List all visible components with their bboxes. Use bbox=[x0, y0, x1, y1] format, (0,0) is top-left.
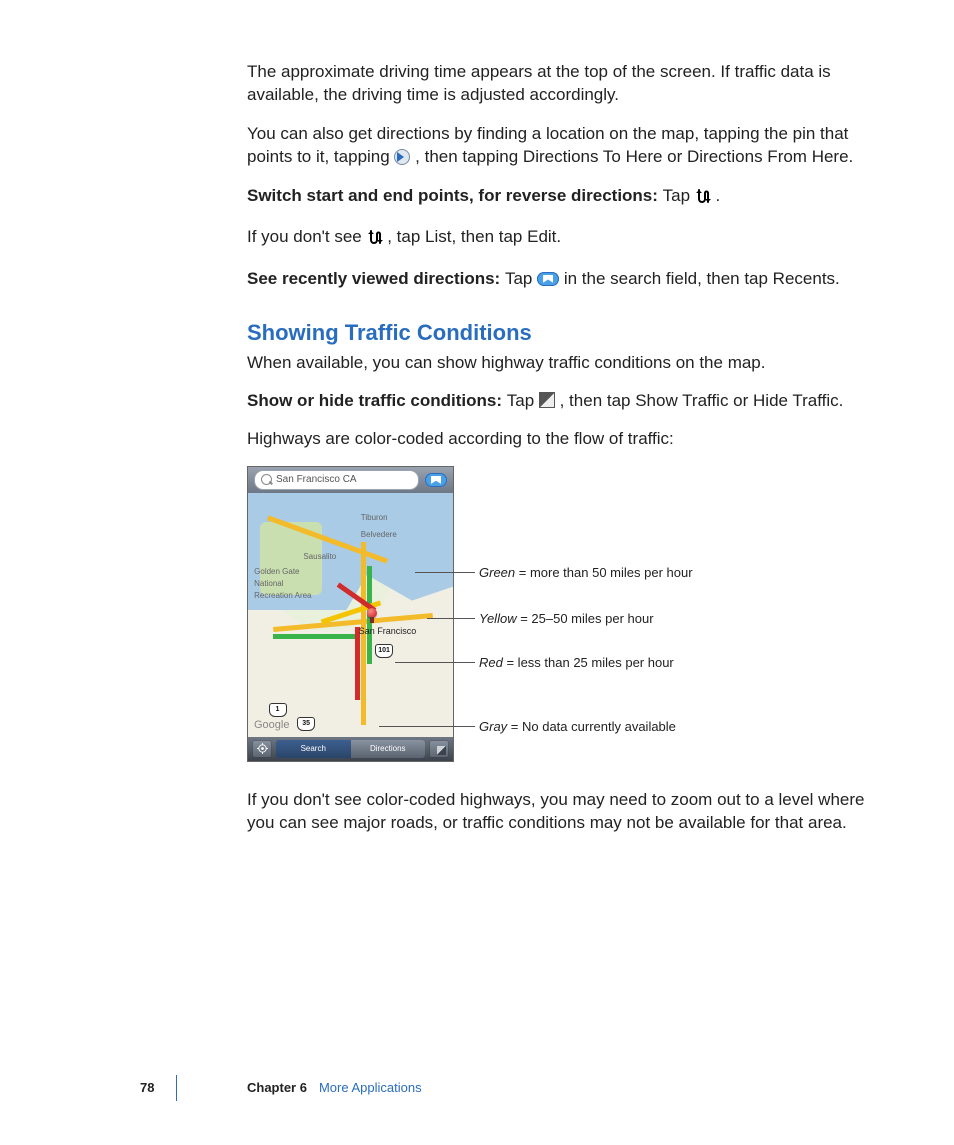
map-label: Golden Gate bbox=[254, 566, 299, 577]
instruction: Switch start and end points, for reverse… bbox=[247, 184, 877, 210]
page-curl-icon bbox=[539, 392, 555, 408]
search-icon bbox=[261, 474, 272, 485]
body-paragraph: If you don't see color-coded highways, y… bbox=[247, 788, 877, 835]
instruction: See recently viewed directions: Tap in t… bbox=[247, 267, 877, 290]
legend-color: Gray bbox=[479, 719, 507, 734]
legend-gray: Gray = No data currently available bbox=[479, 718, 676, 736]
map-label: National bbox=[254, 578, 283, 589]
legend-red: Red = less than 25 miles per hour bbox=[479, 654, 674, 672]
swap-route-icon bbox=[695, 187, 711, 210]
instruction: Show or hide traffic conditions: Tap , t… bbox=[247, 389, 877, 412]
callout-leader bbox=[427, 618, 475, 619]
text: Tap bbox=[505, 269, 537, 288]
traffic-figure: San Francisco CA Tiburon Belvedere Sausa… bbox=[247, 466, 877, 766]
map-label: Sausalito bbox=[303, 551, 336, 562]
text: in the search field, then tap Recents. bbox=[564, 269, 840, 288]
map-canvas: Tiburon Belvedere Sausalito Golden Gate … bbox=[248, 493, 453, 737]
callout-leader bbox=[379, 726, 475, 727]
city-label: San Francisco bbox=[359, 625, 417, 637]
chapter-title: More Applications bbox=[319, 1080, 422, 1095]
instruction-label: Switch start and end points, for reverse… bbox=[247, 186, 663, 205]
bookmarks-icon bbox=[537, 272, 559, 286]
chapter-reference: Chapter 6 More Applications bbox=[247, 1079, 422, 1097]
instruction-label: Show or hide traffic conditions: bbox=[247, 391, 507, 410]
page-content: The approximate driving time appears at … bbox=[247, 60, 877, 850]
map-label: Tiburon bbox=[361, 512, 388, 523]
body-paragraph: The approximate driving time appears at … bbox=[247, 60, 877, 107]
section-heading: Showing Traffic Conditions bbox=[247, 318, 877, 348]
legend-text: = more than 50 miles per hour bbox=[515, 565, 692, 580]
callout-leader bbox=[395, 662, 475, 663]
map-search-bar: San Francisco CA bbox=[248, 467, 453, 493]
body-paragraph: If you don't see , tap List, then tap Ed… bbox=[247, 225, 877, 251]
instruction-label: See recently viewed directions: bbox=[247, 269, 505, 288]
page-curl-button[interactable] bbox=[429, 740, 449, 758]
legend-yellow: Yellow = 25–50 miles per hour bbox=[479, 610, 654, 628]
footer-rule bbox=[176, 1075, 177, 1101]
legend-text: = No data currently available bbox=[507, 719, 676, 734]
legend-green: Green = more than 50 miles per hour bbox=[479, 564, 693, 582]
text: . bbox=[716, 186, 721, 205]
text: , then tap Show Traffic or Hide Traffic. bbox=[560, 391, 844, 410]
directions-arrow-icon bbox=[394, 149, 410, 165]
search-directions-toggle[interactable]: Search Directions bbox=[276, 740, 425, 758]
text: If you don't see bbox=[247, 227, 367, 246]
legend-color: Yellow bbox=[479, 611, 517, 626]
text: Tap bbox=[507, 391, 539, 410]
map-search-field[interactable]: San Francisco CA bbox=[254, 470, 419, 490]
google-attribution: Google bbox=[254, 718, 289, 733]
segment-search[interactable]: Search bbox=[276, 740, 351, 758]
swap-route-icon bbox=[367, 228, 383, 251]
phone-screenshot: San Francisco CA Tiburon Belvedere Sausa… bbox=[247, 466, 454, 762]
segment-directions[interactable]: Directions bbox=[351, 740, 426, 758]
callout-leader bbox=[415, 572, 475, 573]
text: , tap List, then tap Edit. bbox=[387, 227, 561, 246]
route-shield: 35 bbox=[297, 717, 315, 731]
body-paragraph: You can also get directions by finding a… bbox=[247, 122, 877, 169]
page-number: 78 bbox=[140, 1079, 154, 1097]
page-footer: 78 Chapter 6 More Applications bbox=[0, 1075, 954, 1105]
map-labels: Tiburon Belvedere Sausalito Golden Gate … bbox=[248, 493, 453, 737]
bookmarks-icon[interactable] bbox=[425, 473, 447, 487]
map-label: Belvedere bbox=[361, 529, 397, 540]
locate-me-button[interactable] bbox=[252, 740, 272, 758]
search-value: San Francisco CA bbox=[276, 473, 357, 487]
route-shield: 101 bbox=[375, 644, 393, 658]
legend-color: Red bbox=[479, 655, 503, 670]
map-toolbar: Search Directions bbox=[248, 737, 453, 761]
map-label: Recreation Area bbox=[254, 590, 311, 601]
route-shield: 1 bbox=[269, 703, 287, 717]
text: Tap bbox=[663, 186, 695, 205]
body-paragraph: Highways are color-coded according to th… bbox=[247, 427, 877, 450]
legend-text: = less than 25 miles per hour bbox=[503, 655, 674, 670]
chapter-label: Chapter 6 bbox=[247, 1080, 307, 1095]
body-paragraph: When available, you can show highway tra… bbox=[247, 351, 877, 374]
legend-color: Green bbox=[479, 565, 515, 580]
legend-text: = 25–50 miles per hour bbox=[517, 611, 654, 626]
text: , then tapping Directions To Here or Dir… bbox=[415, 147, 853, 166]
